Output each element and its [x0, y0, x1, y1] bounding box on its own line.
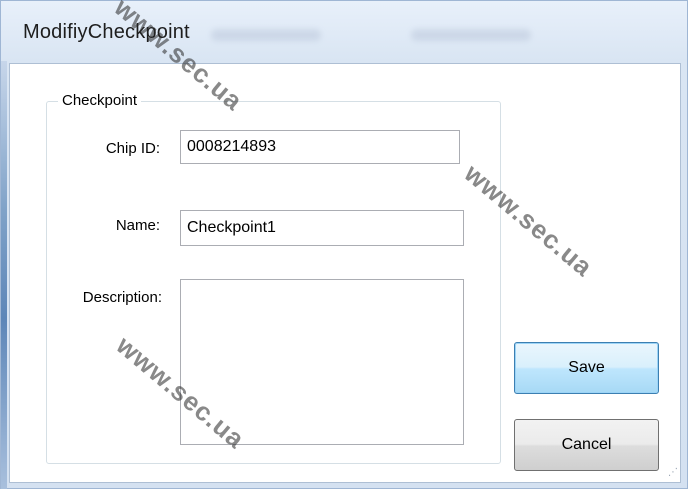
cancel-button[interactable]: Cancel	[514, 419, 659, 471]
resize-grip-icon[interactable]: ⋰	[666, 467, 678, 479]
chip-id-label: Chip ID:	[105, 140, 160, 157]
chip-id-field[interactable]	[180, 130, 460, 164]
name-field[interactable]	[180, 210, 464, 246]
title-bar-background-blur	[211, 29, 321, 41]
name-label: Name:	[115, 217, 160, 234]
window-edge-shading	[1, 61, 7, 489]
title-bar[interactable]: ModifiyCheckpoint	[1, 1, 688, 61]
window-title: ModifiyCheckpoint	[23, 21, 190, 43]
checkpoint-groupbox-legend: Checkpoint	[58, 92, 142, 109]
description-field[interactable]	[180, 279, 464, 445]
save-button[interactable]: Save	[514, 342, 659, 394]
title-bar-background-blur	[411, 29, 531, 41]
description-label: Description:	[82, 289, 162, 306]
